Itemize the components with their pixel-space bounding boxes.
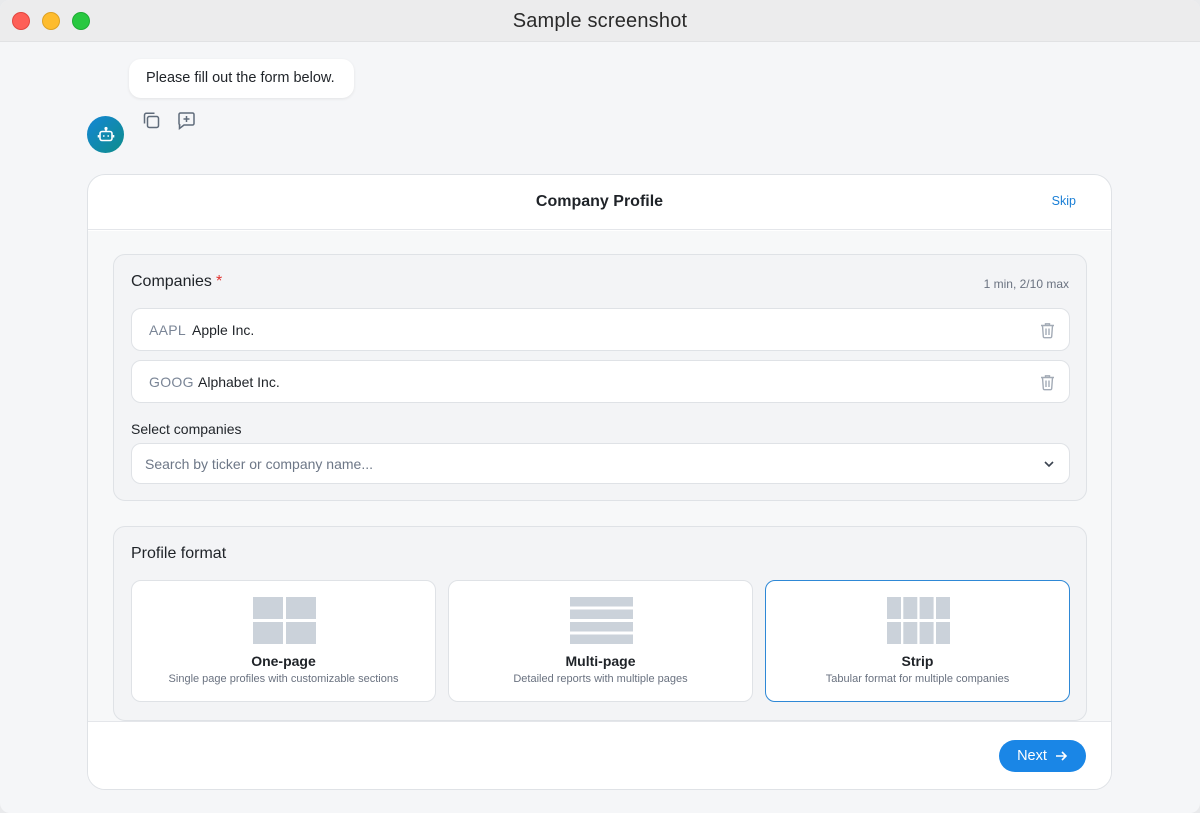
format-option-one-page[interactable]: One-page Single page profiles with custo… (131, 580, 436, 702)
format-option-title: One-page (251, 653, 316, 669)
company-ticker: AAPL (149, 322, 186, 338)
copy-icon[interactable] (141, 110, 162, 131)
stacked-rows-icon (570, 597, 633, 644)
company-name: Alphabet Inc. (198, 374, 280, 390)
trash-icon[interactable] (1039, 373, 1056, 391)
form-title: Company Profile (535, 193, 664, 210)
form-header: Company Profile Skip (88, 175, 1111, 230)
required-indicator: * (215, 273, 223, 290)
company-search-input[interactable] (132, 444, 1032, 483)
company-search-select (131, 443, 1070, 484)
companies-title-text: Companies (131, 273, 212, 290)
companies-section: Companies * 1 min, 2/10 max AAPL Apple In… (113, 254, 1087, 501)
app-window: Sample screenshot Please fill out the fo… (0, 0, 1200, 813)
arrow-right-icon (1055, 751, 1068, 761)
format-option-multi-page[interactable]: Multi-page Detailed reports with multipl… (448, 580, 753, 702)
message-actions (141, 110, 197, 131)
companies-limit: 1 min, 2/10 max (983, 277, 1069, 291)
select-companies-label: Select companies (131, 421, 242, 437)
next-button[interactable]: Next (999, 740, 1086, 772)
company-ticker: GOOG (149, 374, 194, 390)
format-option-title: Strip (901, 653, 934, 669)
add-comment-icon[interactable] (176, 110, 197, 131)
chevron-down-icon[interactable] (1042, 457, 1056, 471)
form-body: Companies * 1 min, 2/10 max AAPL Apple In… (88, 231, 1111, 721)
chat-message-bubble: Please fill out the form below. (129, 59, 354, 98)
skip-link[interactable]: Skip (1052, 194, 1076, 208)
format-option-strip[interactable]: Strip Tabular format for multiple compan… (765, 580, 1070, 702)
title-bar: Sample screenshot (0, 0, 1200, 42)
format-option-description: Detailed reports with multiple pages (513, 673, 688, 685)
grid-2x2-icon (253, 597, 316, 644)
window-title: Sample screenshot (512, 10, 688, 32)
format-option-description: Tabular format for multiple companies (825, 673, 1010, 685)
format-option-title: Multi-page (565, 653, 636, 669)
company-row: AAPL Apple Inc. (131, 308, 1070, 351)
next-button-label: Next (1017, 748, 1047, 764)
trash-icon[interactable] (1039, 321, 1056, 339)
company-name: Apple Inc. (192, 322, 255, 338)
company-profile-form: Company Profile Skip Companies * 1 min, 2… (87, 174, 1112, 790)
companies-section-title: Companies * (131, 273, 222, 291)
profile-format-section: Profile format One-page Single page prof… (113, 526, 1087, 721)
bot-icon (97, 126, 114, 141)
grid-4x2-icon (887, 597, 950, 644)
profile-format-title: Profile format (131, 545, 227, 562)
company-row: GOOG Alphabet Inc. (131, 360, 1070, 403)
format-option-description: Single page profiles with customizable s… (168, 673, 399, 685)
form-footer: Next (88, 721, 1111, 789)
assistant-avatar (87, 116, 124, 153)
